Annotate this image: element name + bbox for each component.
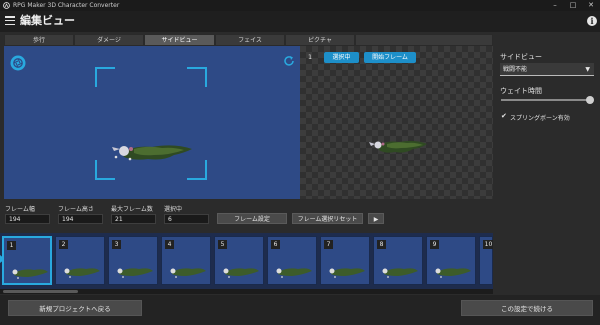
frame-sprite-image — [435, 268, 471, 278]
frame-width-field[interactable]: 194 — [5, 214, 50, 224]
frame-sprite-image — [12, 269, 48, 279]
app-logo-icon — [3, 2, 10, 9]
selecting-field[interactable]: 6 — [164, 214, 209, 224]
frame-width-label: フレーム幅 — [5, 206, 35, 213]
play-button[interactable]: ▶ — [368, 213, 384, 224]
frame-selection-reset-button[interactable]: フレーム選択リセット — [292, 213, 363, 224]
tab-sideview[interactable]: サイドビュー — [144, 34, 215, 46]
motion-select-value: 戦闘不能 — [503, 66, 528, 73]
sprite-preview-2d[interactable]: 1 選択中 開始フレーム — [300, 46, 493, 199]
frame-number: 4 — [165, 240, 174, 249]
frame-sprite-image — [170, 268, 206, 278]
frame-thumb[interactable]: 6 — [267, 236, 317, 285]
frame-height-label: フレーム高さ — [58, 206, 94, 213]
continue-with-settings-button[interactable]: この設定で続ける — [461, 300, 593, 316]
tab-bar: 歩行 ダメージ サイドビュー フェイス ピクチャ — [4, 34, 493, 46]
selecting-label: 選択中 — [164, 206, 183, 213]
frame-controls: フレーム幅 194 フレーム高さ 194 最大フレーム数 21 選択中 6 フレ… — [0, 199, 493, 233]
selected-button[interactable]: 選択中 — [324, 52, 359, 63]
tab-empty — [355, 34, 493, 46]
tab-face[interactable]: フェイス — [215, 34, 285, 46]
minimize-button[interactable]: – — [548, 0, 562, 11]
app-header: 編集ビュー i — [0, 11, 600, 32]
maximize-button[interactable]: □ — [566, 0, 580, 11]
frame-sprite-image — [276, 268, 312, 278]
wait-time-slider-thumb[interactable] — [586, 96, 594, 104]
frame-number: 8 — [377, 240, 386, 249]
sprite-frame-image — [369, 140, 427, 153]
frame-number: 7 — [324, 240, 333, 249]
frame-thumb[interactable]: 8 — [373, 236, 423, 285]
frame-settings-button[interactable]: フレーム設定 — [217, 213, 287, 224]
page-title: 編集ビュー — [20, 14, 75, 27]
frame-height-field[interactable]: 194 — [58, 214, 103, 224]
chevron-down-icon: ▼ — [585, 66, 590, 73]
frame-strip[interactable]: 1 2 3 4 5 6 7 8 9 10 — [0, 233, 493, 289]
hamburger-menu-icon[interactable] — [5, 16, 15, 27]
motion-select[interactable]: 戦闘不能 ▼ — [500, 63, 594, 76]
frame-sprite-image — [382, 268, 418, 278]
frame-thumb[interactable]: 9 — [426, 236, 476, 285]
frame-sprite-image — [117, 268, 153, 278]
wait-time-slider-track[interactable] — [501, 99, 590, 101]
character-model-image — [112, 145, 192, 161]
frame-thumb[interactable]: 1 — [2, 236, 52, 285]
frame-thumb[interactable]: 10 — [479, 236, 493, 285]
sideview-section-title: サイドビュー — [500, 53, 542, 61]
settings-sidebar — [494, 46, 600, 295]
frame-sprite-image — [64, 268, 100, 278]
frame-thumb[interactable]: 4 — [161, 236, 211, 285]
frame-number: 10 — [483, 240, 493, 249]
frame-corner-top-right — [187, 67, 207, 87]
frame-thumb[interactable]: 5 — [214, 236, 264, 285]
frame-sprite-image — [329, 268, 365, 278]
tab-walk[interactable]: 歩行 — [4, 34, 74, 46]
checkmark-icon[interactable]: ✔ — [501, 112, 507, 120]
max-frames-label: 最大フレーム数 — [111, 206, 153, 213]
max-frames-field[interactable]: 21 — [111, 214, 156, 224]
wait-time-label: ウェイト時間 — [500, 87, 542, 95]
close-button[interactable]: ✕ — [584, 0, 598, 11]
start-frame-button[interactable]: 開始フレーム — [364, 52, 416, 63]
spring-bone-label[interactable]: スプリングボーン有効 — [510, 113, 570, 122]
frame-number: 5 — [218, 240, 227, 249]
refresh-icon[interactable] — [283, 55, 295, 67]
model-preview-3d[interactable] — [4, 46, 300, 199]
window-title: RPG Maker 3D Character Converter — [13, 2, 120, 9]
frame-thumb[interactable]: 3 — [108, 236, 158, 285]
aperture-icon[interactable] — [10, 55, 26, 71]
info-icon[interactable]: i — [587, 16, 597, 26]
tab-picture[interactable]: ピクチャ — [285, 34, 355, 46]
frame-number: 2 — [59, 240, 68, 249]
frame-strip-scroll-thumb[interactable] — [3, 290, 78, 293]
frame-number: 9 — [430, 240, 439, 249]
frame-corner-top-left — [95, 67, 115, 87]
frame-number: 6 — [271, 240, 280, 249]
back-to-new-project-button[interactable]: 新規プロジェクトへ戻る — [8, 300, 142, 316]
frame-thumb[interactable]: 2 — [55, 236, 105, 285]
frame-index-label: 1 — [308, 53, 313, 61]
window-title-bar: RPG Maker 3D Character Converter – □ ✕ — [0, 0, 600, 11]
frame-number: 1 — [7, 241, 16, 250]
frame-number: 3 — [112, 240, 121, 249]
frame-sprite-image — [223, 268, 259, 278]
tab-damage[interactable]: ダメージ — [74, 34, 144, 46]
frame-thumb[interactable]: 7 — [320, 236, 370, 285]
